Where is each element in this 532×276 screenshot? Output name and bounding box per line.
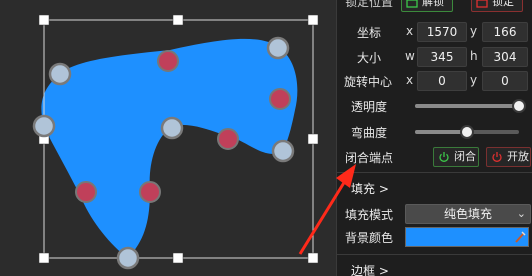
- opacity-slider-fill: [415, 104, 519, 108]
- lock-button[interactable]: 锁定: [471, 0, 523, 12]
- mid-point[interactable]: [75, 181, 97, 203]
- curvature-slider[interactable]: [415, 125, 519, 139]
- control-point[interactable]: [48, 62, 72, 86]
- resize-handle-ne[interactable]: [307, 14, 319, 26]
- fill-mode-select[interactable]: 纯色填充 ⌄: [405, 204, 531, 224]
- divider: [337, 172, 532, 173]
- pivot-x-axis: x: [406, 73, 414, 87]
- lock-icon: [476, 0, 488, 8]
- open-path-button[interactable]: 开放: [486, 147, 531, 167]
- fill-mode-label: 填充模式: [345, 208, 394, 222]
- opacity-label: 透明度: [351, 100, 388, 114]
- curvature-label: 弯曲度: [351, 126, 388, 140]
- position-y-axis: y: [470, 24, 478, 38]
- position-y-input[interactable]: 166: [482, 22, 528, 42]
- close-path-button-label: 闭合: [454, 150, 476, 163]
- resize-handle-nw[interactable]: [38, 14, 50, 26]
- eyedropper-icon[interactable]: [514, 230, 526, 244]
- lock-position-label: 锁定位置: [345, 0, 394, 9]
- resize-handle-se[interactable]: [307, 252, 319, 264]
- control-point[interactable]: [116, 246, 140, 270]
- position-label: 坐标: [357, 26, 382, 40]
- opacity-slider[interactable]: [415, 99, 526, 113]
- opacity-slider-thumb[interactable]: [512, 99, 526, 113]
- size-h-axis: h: [470, 49, 478, 63]
- shape-editor[interactable]: [0, 0, 336, 276]
- size-w-axis: w: [405, 49, 415, 63]
- border-section-header[interactable]: 边框 >: [337, 262, 532, 276]
- mid-point[interactable]: [269, 88, 291, 110]
- close-path-button[interactable]: 闭合: [433, 147, 479, 167]
- divider: [337, 254, 532, 255]
- control-point[interactable]: [266, 36, 290, 60]
- power-icon: [439, 152, 449, 162]
- curvature-slider-thumb[interactable]: [460, 125, 474, 139]
- mid-point[interactable]: [139, 181, 161, 203]
- size-label: 大小: [357, 51, 382, 65]
- lock-button-label: 锁定: [492, 0, 514, 8]
- unlock-icon: [406, 0, 418, 8]
- fill-mode-value: 纯色填充: [443, 207, 492, 221]
- unlock-button-label: 解锁: [422, 0, 444, 8]
- resize-handle-s[interactable]: [172, 252, 184, 264]
- mid-point[interactable]: [157, 50, 179, 72]
- control-point[interactable]: [271, 139, 295, 163]
- pivot-y-input[interactable]: 0: [482, 71, 528, 91]
- control-point[interactable]: [32, 114, 56, 138]
- control-point[interactable]: [160, 116, 184, 140]
- resize-handle-n[interactable]: [172, 14, 184, 26]
- bg-color-swatch[interactable]: [405, 227, 529, 247]
- power-icon: [492, 152, 502, 162]
- unlock-button[interactable]: 解锁: [401, 0, 453, 12]
- position-x-input[interactable]: 1570: [417, 22, 467, 42]
- mid-point[interactable]: [217, 128, 239, 150]
- size-w-input[interactable]: 345: [417, 47, 467, 67]
- chevron-down-icon: ⌄: [516, 207, 526, 220]
- size-h-input[interactable]: 304: [482, 47, 528, 67]
- pivot-x-input[interactable]: 0: [417, 71, 467, 91]
- open-path-button-label: 开放: [507, 150, 529, 163]
- closed-endpoints-label: 闭合端点: [345, 151, 394, 165]
- fill-section-header[interactable]: 填充 >: [337, 180, 532, 197]
- resize-handle-sw[interactable]: [38, 252, 50, 264]
- pivot-y-axis: y: [470, 73, 478, 87]
- properties-panel: 锁定位置 解锁 锁定 坐标 x 1570 y 166 大小 w 345 h 30…: [336, 0, 532, 276]
- pivot-label: 旋转中心: [344, 75, 393, 89]
- canvas-area[interactable]: [0, 0, 336, 276]
- position-x-axis: x: [406, 24, 414, 38]
- resize-handle-e[interactable]: [307, 133, 319, 145]
- bg-color-label: 背景颜色: [345, 231, 394, 245]
